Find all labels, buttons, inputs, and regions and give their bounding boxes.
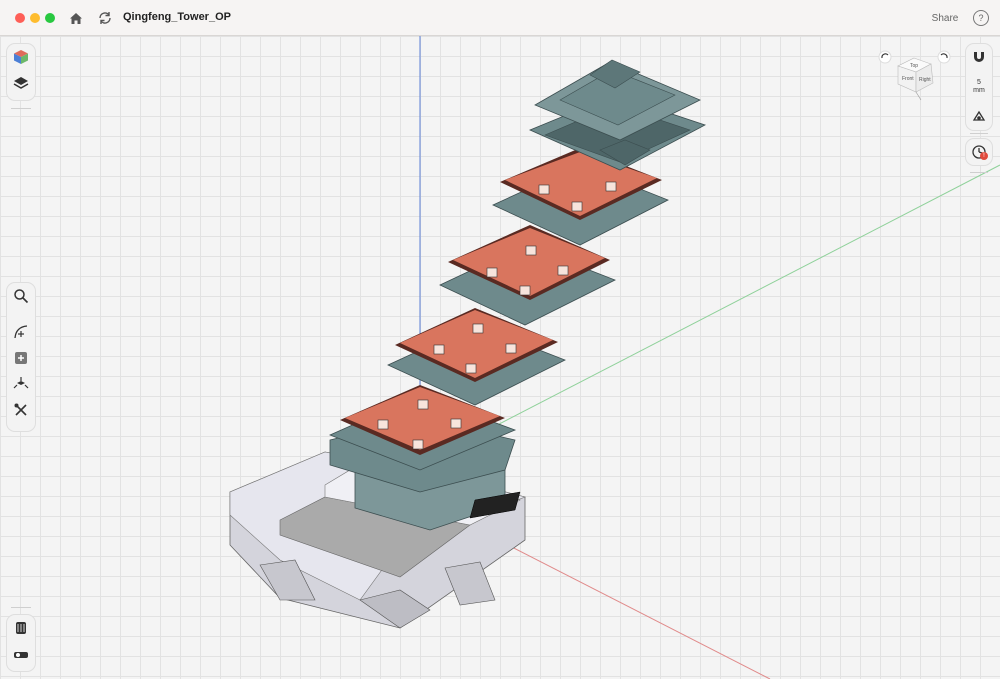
history-icon[interactable] [966, 139, 992, 165]
view-cube-top: Top [910, 63, 918, 69]
history-alert-badge: ! [980, 152, 988, 160]
grid-units-value: 5 [977, 79, 981, 86]
grid-units[interactable]: 5 mm [966, 79, 992, 95]
rotate-right-icon [937, 50, 951, 64]
home-icon[interactable] [67, 9, 85, 27]
view-cube-front: Front [902, 76, 914, 82]
toolbar-divider [11, 607, 31, 608]
help-button[interactable]: ? [973, 10, 989, 26]
left-toolbar-mid [7, 283, 35, 431]
minimize-window-button[interactable] [30, 13, 40, 23]
maximize-window-button[interactable] [45, 13, 55, 23]
search-icon[interactable] [8, 283, 34, 309]
viewport-canvas[interactable] [0, 36, 1000, 679]
snap-icon[interactable] [966, 104, 992, 130]
sketch-curve-icon[interactable] [8, 319, 34, 345]
layers-icon[interactable] [8, 70, 34, 96]
left-toolbar-top [7, 44, 35, 100]
right-toolbar-bottom [966, 139, 992, 165]
share-button[interactable]: Share [926, 7, 964, 29]
grid-units-unit: mm [973, 87, 985, 94]
add-box-icon[interactable] [8, 345, 34, 371]
toolbar-divider [970, 133, 988, 134]
view-cube-right: Right [919, 77, 931, 83]
rotate-left-icon [878, 50, 892, 64]
measure-icon[interactable] [8, 641, 34, 667]
view-cube[interactable]: Top Front Right [876, 46, 960, 106]
transform-icon[interactable] [8, 371, 34, 397]
top-roof [528, 59, 707, 171]
toolbar-divider [970, 172, 988, 173]
close-window-button[interactable] [15, 13, 25, 23]
cube-icon[interactable] [8, 44, 34, 70]
refresh-icon[interactable] [96, 9, 114, 27]
window-titlebar: Qingfeng_Tower_OP Share ? [0, 0, 1000, 36]
document-title: Qingfeng_Tower_OP [123, 11, 231, 23]
magnet-icon[interactable] [966, 44, 992, 70]
left-toolbar-bottom [7, 615, 35, 671]
tools-icon[interactable] [8, 397, 34, 423]
tower-model-scene[interactable] [0, 36, 1000, 679]
materials-icon[interactable] [8, 615, 34, 641]
toolbar-divider [11, 108, 31, 109]
